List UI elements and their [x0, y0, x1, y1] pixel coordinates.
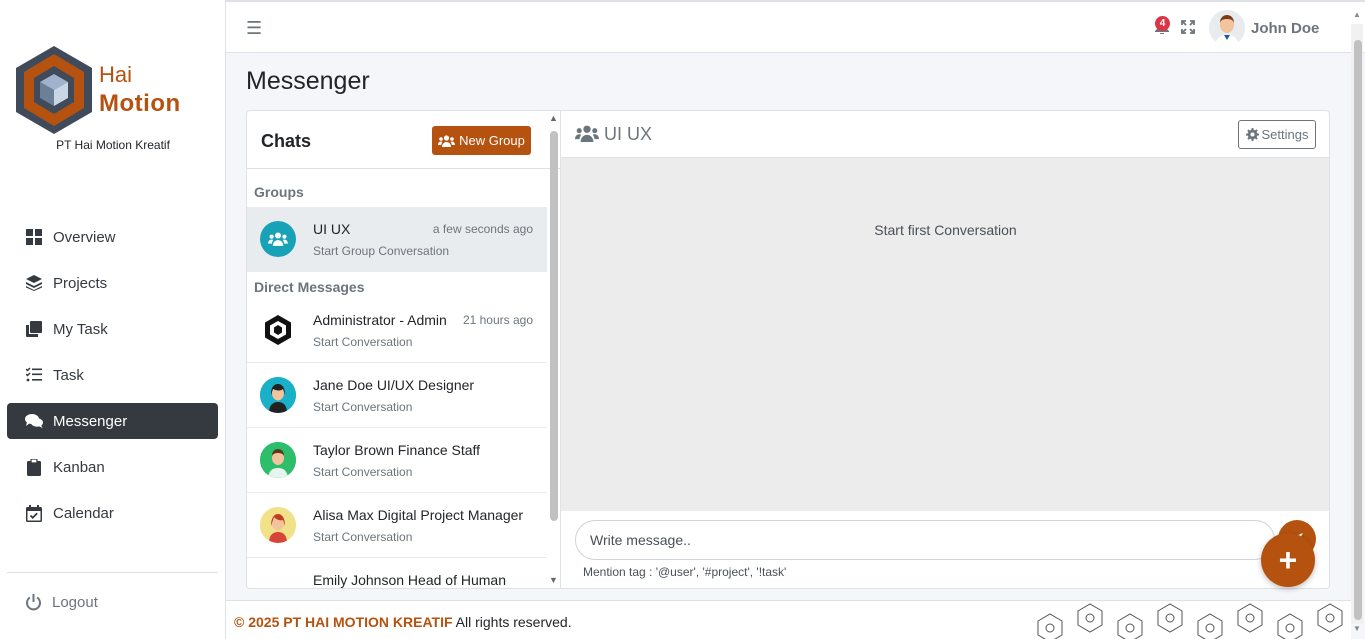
- user-name[interactable]: John Doe: [1251, 20, 1319, 37]
- sidebar-item-label: Calendar: [53, 504, 114, 522]
- admin-avatar: [260, 312, 296, 348]
- notification-badge: 4: [1155, 16, 1170, 31]
- brand-company: PT Hai Motion Kreatif: [56, 138, 170, 152]
- chat-item-direct[interactable]: Emily Johnson Head of Human: [247, 558, 547, 588]
- sidebar-item-label: Projects: [53, 274, 108, 292]
- message-input[interactable]: [575, 520, 1275, 560]
- sidebar-item-kanban[interactable]: Kanban: [7, 449, 218, 485]
- clipboard-icon: [25, 458, 43, 476]
- gear-icon: [1245, 128, 1259, 141]
- user-avatar[interactable]: [1209, 10, 1245, 46]
- footer-copyright: © 2025 PT HAI MOTION KREATIF: [234, 614, 453, 630]
- taylor-brown-avatar: [260, 442, 296, 478]
- sidebar-item-label: Task: [53, 366, 84, 384]
- new-group-button[interactable]: New Group: [432, 126, 531, 155]
- chat-name: UI UX: [313, 221, 351, 237]
- brand[interactable]: Hai Motion PT Hai Motion Kreatif: [12, 44, 212, 154]
- users-icon: [575, 125, 599, 147]
- conversation-panel: UI UX Settings Start first Conversation …: [561, 110, 1330, 589]
- sidebar-item-label: Overview: [53, 228, 116, 246]
- chat-subtitle: Start Conversation: [313, 400, 413, 414]
- scroll-up-arrow-icon[interactable]: ▲: [1353, 10, 1361, 19]
- list-check-icon: [25, 366, 43, 384]
- conversation-title: UI UX: [604, 124, 653, 144]
- page-title: Messenger: [246, 67, 370, 95]
- group-avatar: [260, 221, 296, 257]
- footer: © 2025 PT HAI MOTION KREATIF All rights …: [226, 600, 1351, 639]
- sidebar-item-projects[interactable]: Projects: [7, 265, 218, 301]
- settings-label: Settings: [1261, 127, 1309, 142]
- brand-name-line2: Motion: [99, 90, 181, 117]
- direct-messages-section-label: Direct Messages: [254, 279, 365, 295]
- users-icon: [268, 232, 288, 246]
- footer-decoration: [1037, 603, 1343, 639]
- fullscreen-icon[interactable]: [1181, 20, 1195, 39]
- calendar-check-icon: [25, 504, 43, 522]
- chats-header: Chats New Group: [247, 111, 560, 169]
- sidebar-item-overview[interactable]: Overview: [7, 219, 218, 255]
- scroll-down-arrow-icon[interactable]: ▼: [1353, 624, 1361, 633]
- comments-icon: [25, 412, 43, 430]
- logout-label: Logout: [52, 594, 98, 611]
- footer-rights: All rights reserved.: [452, 614, 572, 630]
- scrollbar-thumb[interactable]: [1354, 40, 1362, 620]
- chat-item-direct[interactable]: Jane Doe UI/UX Designer Start Conversati…: [247, 363, 547, 428]
- sidebar-item-calendar[interactable]: Calendar: [7, 495, 218, 531]
- plus-icon: +: [1278, 541, 1298, 578]
- jane-doe-avatar: [260, 377, 296, 413]
- chat-subtitle: Start Conversation: [313, 335, 413, 349]
- sidebar-item-messenger[interactable]: Messenger: [7, 403, 218, 439]
- chat-subtitle: Start Group Conversation: [313, 244, 450, 258]
- chat-item-direct[interactable]: Administrator - Admin 21 hours ago Start…: [247, 298, 547, 363]
- sidebar: Hai Motion PT Hai Motion Kreatif Overvie…: [0, 0, 226, 639]
- chat-time: 21 hours ago: [462, 313, 533, 327]
- chat-name: Administrator - Admin: [313, 312, 447, 328]
- chat-name: Alisa Max Digital Project Manager: [313, 507, 524, 523]
- footer-text: © 2025 PT HAI MOTION KREATIF All rights …: [234, 614, 572, 630]
- power-icon: [26, 594, 41, 611]
- chat-subtitle: Start Conversation: [313, 530, 413, 544]
- alisa-max-avatar: [260, 507, 296, 543]
- chat-item-direct[interactable]: Alisa Max Digital Project Manager Start …: [247, 493, 547, 558]
- scroll-down-arrow-icon[interactable]: ▼: [549, 575, 558, 585]
- chat-name: Jane Doe UI/UX Designer: [313, 377, 475, 393]
- sidebar-item-label: My Task: [53, 320, 108, 338]
- chat-list-scrollbar[interactable]: ▲ ▼: [549, 113, 559, 585]
- logout-button[interactable]: Logout: [25, 594, 98, 611]
- chat-time: a few seconds ago: [432, 222, 533, 236]
- scrollbar-thumb[interactable]: [550, 131, 558, 521]
- empty-conversation-text: Start first Conversation: [874, 222, 1017, 238]
- chats-panel: Chats New Group Groups UI UX a few secon…: [246, 110, 561, 589]
- sidebar-item-label: Kanban: [53, 458, 105, 476]
- scroll-up-arrow-icon[interactable]: ▲: [549, 113, 558, 123]
- chats-title: Chats: [261, 131, 312, 151]
- settings-button[interactable]: Settings: [1238, 120, 1316, 149]
- new-group-label: New Group: [459, 133, 525, 148]
- conversation-header: UI UX Settings: [561, 111, 1329, 158]
- copy-icon: [25, 320, 43, 338]
- grid-icon: [25, 228, 43, 246]
- floating-add-button[interactable]: +: [1261, 533, 1315, 587]
- divider: [7, 572, 218, 573]
- sidebar-item-label: Messenger: [53, 412, 128, 430]
- chat-item-direct[interactable]: Taylor Brown Finance Staff Start Convers…: [247, 428, 547, 493]
- page-scrollbar[interactable]: ▲ ▼: [1351, 10, 1363, 633]
- groups-section-label: Groups: [254, 184, 304, 200]
- topbar: ☰ 4 John Doe: [226, 0, 1365, 53]
- layers-icon: [25, 274, 43, 292]
- conversation-body: Start first Conversation: [561, 158, 1329, 511]
- chat-name: Taylor Brown Finance Staff: [313, 442, 481, 458]
- hamburger-menu-icon[interactable]: ☰: [246, 18, 262, 39]
- chat-name: Emily Johnson Head of Human: [313, 572, 506, 588]
- sidebar-item-task[interactable]: Task: [7, 357, 218, 393]
- sidebar-nav: Overview Projects My Task Task Messenger: [7, 219, 218, 541]
- hai-motion-logo: [16, 46, 92, 134]
- sidebar-item-my-task[interactable]: My Task: [7, 311, 218, 347]
- mention-tip: Mention tag : '@user', '#project', '!tas…: [583, 565, 787, 579]
- users-icon: [438, 134, 456, 147]
- chat-subtitle: Start Conversation: [313, 465, 413, 479]
- brand-name-line1: Hai: [99, 62, 133, 87]
- chat-item-group[interactable]: UI UX a few seconds ago Start Group Conv…: [247, 207, 547, 272]
